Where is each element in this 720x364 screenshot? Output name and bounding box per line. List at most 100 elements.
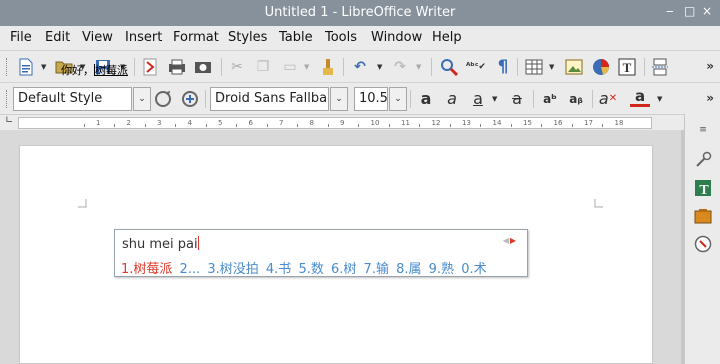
ruler-number: 10: [370, 119, 380, 127]
prev-page-icon[interactable]: ◀: [503, 236, 510, 245]
new-style-icon[interactable]: [180, 89, 200, 109]
find-replace-icon[interactable]: [439, 57, 459, 77]
ruler-number: 2: [126, 119, 131, 127]
cut-icon[interactable]: ✂: [227, 57, 247, 77]
ruler-number: 4: [187, 119, 192, 127]
font-color-dropdown-icon[interactable]: ▼: [657, 95, 662, 103]
vertical-scrollbar[interactable]: [681, 130, 685, 364]
menu-tools[interactable]: Tools: [325, 30, 357, 45]
candidate-1[interactable]: 1.树莓派: [121, 262, 172, 277]
font-size-dropdown-icon[interactable]: ⌄: [389, 87, 407, 111]
bold-icon[interactable]: a: [416, 89, 436, 109]
ruler-tick: [114, 124, 116, 127]
candidate-3[interactable]: 3.树没拍: [207, 262, 258, 277]
ruler-number: 15: [523, 119, 532, 127]
ruler-tick: [419, 124, 421, 127]
copy-icon[interactable]: ❐: [253, 57, 273, 77]
menu-table[interactable]: Table: [279, 30, 313, 45]
toolbar-overflow-icon[interactable]: »: [706, 91, 714, 105]
undo-dropdown-icon[interactable]: ▼: [377, 63, 382, 71]
underline-icon[interactable]: a: [468, 89, 488, 109]
candidate-9[interactable]: 9.熟: [429, 262, 454, 277]
table-dropdown-icon[interactable]: ▼: [549, 63, 554, 71]
candidate-6[interactable]: 6.树: [331, 262, 356, 277]
ruler-tick: [449, 124, 451, 127]
formatting-marks-icon[interactable]: ¶: [493, 57, 513, 77]
menu-help[interactable]: Help: [432, 30, 462, 45]
toolbar-grip[interactable]: [6, 90, 9, 108]
redo-icon[interactable]: ↷: [390, 57, 410, 77]
update-style-icon[interactable]: [153, 89, 173, 109]
menu-styles[interactable]: Styles: [228, 30, 267, 45]
italic-icon[interactable]: a: [442, 89, 462, 109]
font-size-box[interactable]: 10.5: [354, 87, 388, 111]
menu-view[interactable]: View: [82, 30, 113, 45]
close-button[interactable]: ×: [702, 4, 712, 18]
new-dropdown-icon[interactable]: ▼: [41, 63, 46, 71]
paragraph-style-box[interactable]: Default Style: [13, 87, 132, 111]
candidate-8[interactable]: 8.属: [396, 262, 421, 277]
font-name-box[interactable]: Droid Sans Fallback: [210, 87, 329, 111]
ruler-number: 13: [462, 119, 471, 127]
menu-file[interactable]: File: [10, 30, 32, 45]
menu-insert[interactable]: Insert: [125, 30, 162, 45]
print-icon[interactable]: [167, 57, 187, 77]
navigator-icon[interactable]: [693, 234, 713, 254]
next-page-icon[interactable]: ▶: [510, 236, 517, 245]
styles-icon[interactable]: T: [693, 178, 713, 198]
candidate-5[interactable]: 5.数: [298, 262, 323, 277]
text-boundary-corner: [78, 199, 87, 208]
clear-formatting-icon[interactable]: a ✕: [598, 89, 618, 109]
page-arrows[interactable]: ◀▶: [503, 236, 517, 245]
print-preview-icon[interactable]: [193, 57, 213, 77]
ruler-tick: [236, 124, 238, 127]
insert-textbox-icon[interactable]: T: [617, 57, 637, 77]
menu-window[interactable]: Window: [371, 30, 422, 45]
ruler-tick: [358, 124, 360, 127]
ruler-number: 3: [157, 119, 162, 127]
minimize-button[interactable]: ‒: [666, 4, 674, 18]
paragraph-style-dropdown-icon[interactable]: ⌄: [133, 87, 151, 111]
ruler-number: 9: [340, 119, 345, 127]
gallery-icon[interactable]: [693, 206, 713, 226]
underline-dropdown-icon[interactable]: ▼: [492, 95, 497, 103]
redo-dropdown-icon[interactable]: ▼: [416, 63, 421, 71]
ruler-track: 1 2 3 4 5 6 7 8 9 10 11 12 13 14 15 16 17 18: [18, 117, 652, 129]
ruler-number: 7: [279, 119, 284, 127]
subscript-icon[interactable]: aᵦ: [566, 89, 586, 109]
candidate-4[interactable]: 4.书: [266, 262, 291, 277]
sidebar-menu-icon[interactable]: ≡: [693, 120, 713, 140]
toolbar-grip[interactable]: [6, 58, 9, 76]
font-color-icon[interactable]: a: [630, 89, 650, 107]
toolbar-overflow-icon[interactable]: »: [706, 59, 714, 73]
ruler-tick: [175, 124, 177, 127]
sidebar: ≡ T: [684, 114, 720, 364]
paste-icon[interactable]: ▭: [280, 57, 300, 77]
export-pdf-icon[interactable]: [140, 57, 160, 77]
spelling-icon[interactable]: ᴬᵇᶜ✔: [466, 57, 486, 77]
insert-chart-icon[interactable]: [591, 57, 611, 77]
font-name-dropdown-icon[interactable]: ⌄: [330, 87, 348, 111]
tab-stop-selector-icon[interactable]: ∟: [5, 115, 13, 126]
superscript-icon[interactable]: aᵇ: [540, 89, 560, 109]
insert-image-icon[interactable]: [564, 57, 584, 77]
candidate-7[interactable]: 7.输: [364, 262, 389, 277]
paste-dropdown-icon[interactable]: ▼: [304, 63, 309, 71]
properties-icon[interactable]: [693, 150, 713, 170]
ruler-number: 18: [614, 119, 624, 127]
menu-format[interactable]: Format: [173, 30, 219, 45]
candidate-0[interactable]: 0.术: [461, 262, 486, 277]
clone-formatting-icon[interactable]: [318, 57, 338, 77]
document-text[interactable]: 你好，树莓派: [61, 62, 128, 78]
menu-edit[interactable]: Edit: [45, 30, 70, 45]
candidate-2[interactable]: 2...: [180, 262, 201, 277]
new-document-icon[interactable]: [16, 57, 36, 77]
maximize-button[interactable]: □: [684, 4, 695, 18]
insert-page-break-icon[interactable]: [650, 57, 670, 77]
undo-icon[interactable]: ↶: [350, 57, 370, 77]
insert-table-icon[interactable]: [524, 57, 544, 77]
strikethrough-icon[interactable]: a: [507, 89, 527, 109]
horizontal-ruler[interactable]: 1 2 3 4 5 6 7 8 9 10 11 12 13 14 15 16 17 18 ∟: [0, 114, 684, 130]
ruler-tick: [297, 124, 299, 127]
preedit-text: 树莓派: [95, 64, 128, 77]
